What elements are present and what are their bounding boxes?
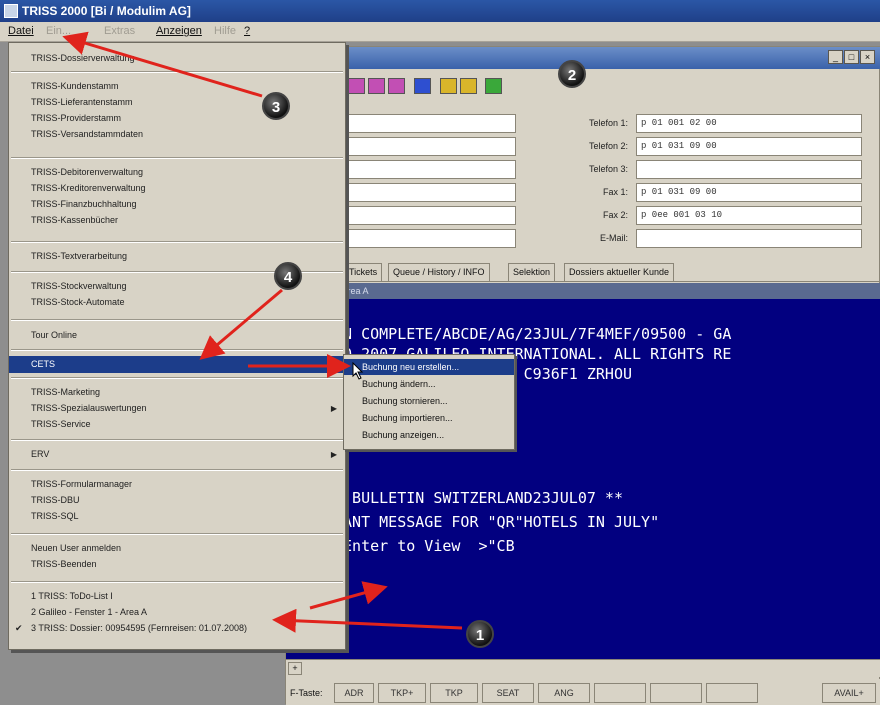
annotation-arrows [62, 31, 463, 633]
screenshot-root: TRISS 2000 [Bi / Modulim AG] Datei Ein..… [0, 0, 880, 705]
callout-badge: 1 [466, 620, 494, 648]
callout-badge: 3 [262, 92, 290, 120]
arrow-3 [62, 31, 263, 98]
arrow-1a [272, 608, 463, 633]
callout-badge: 2 [558, 60, 586, 88]
arrow-1b [309, 581, 388, 610]
arrow-4 [199, 288, 283, 360]
callout-badge: 4 [274, 262, 302, 290]
